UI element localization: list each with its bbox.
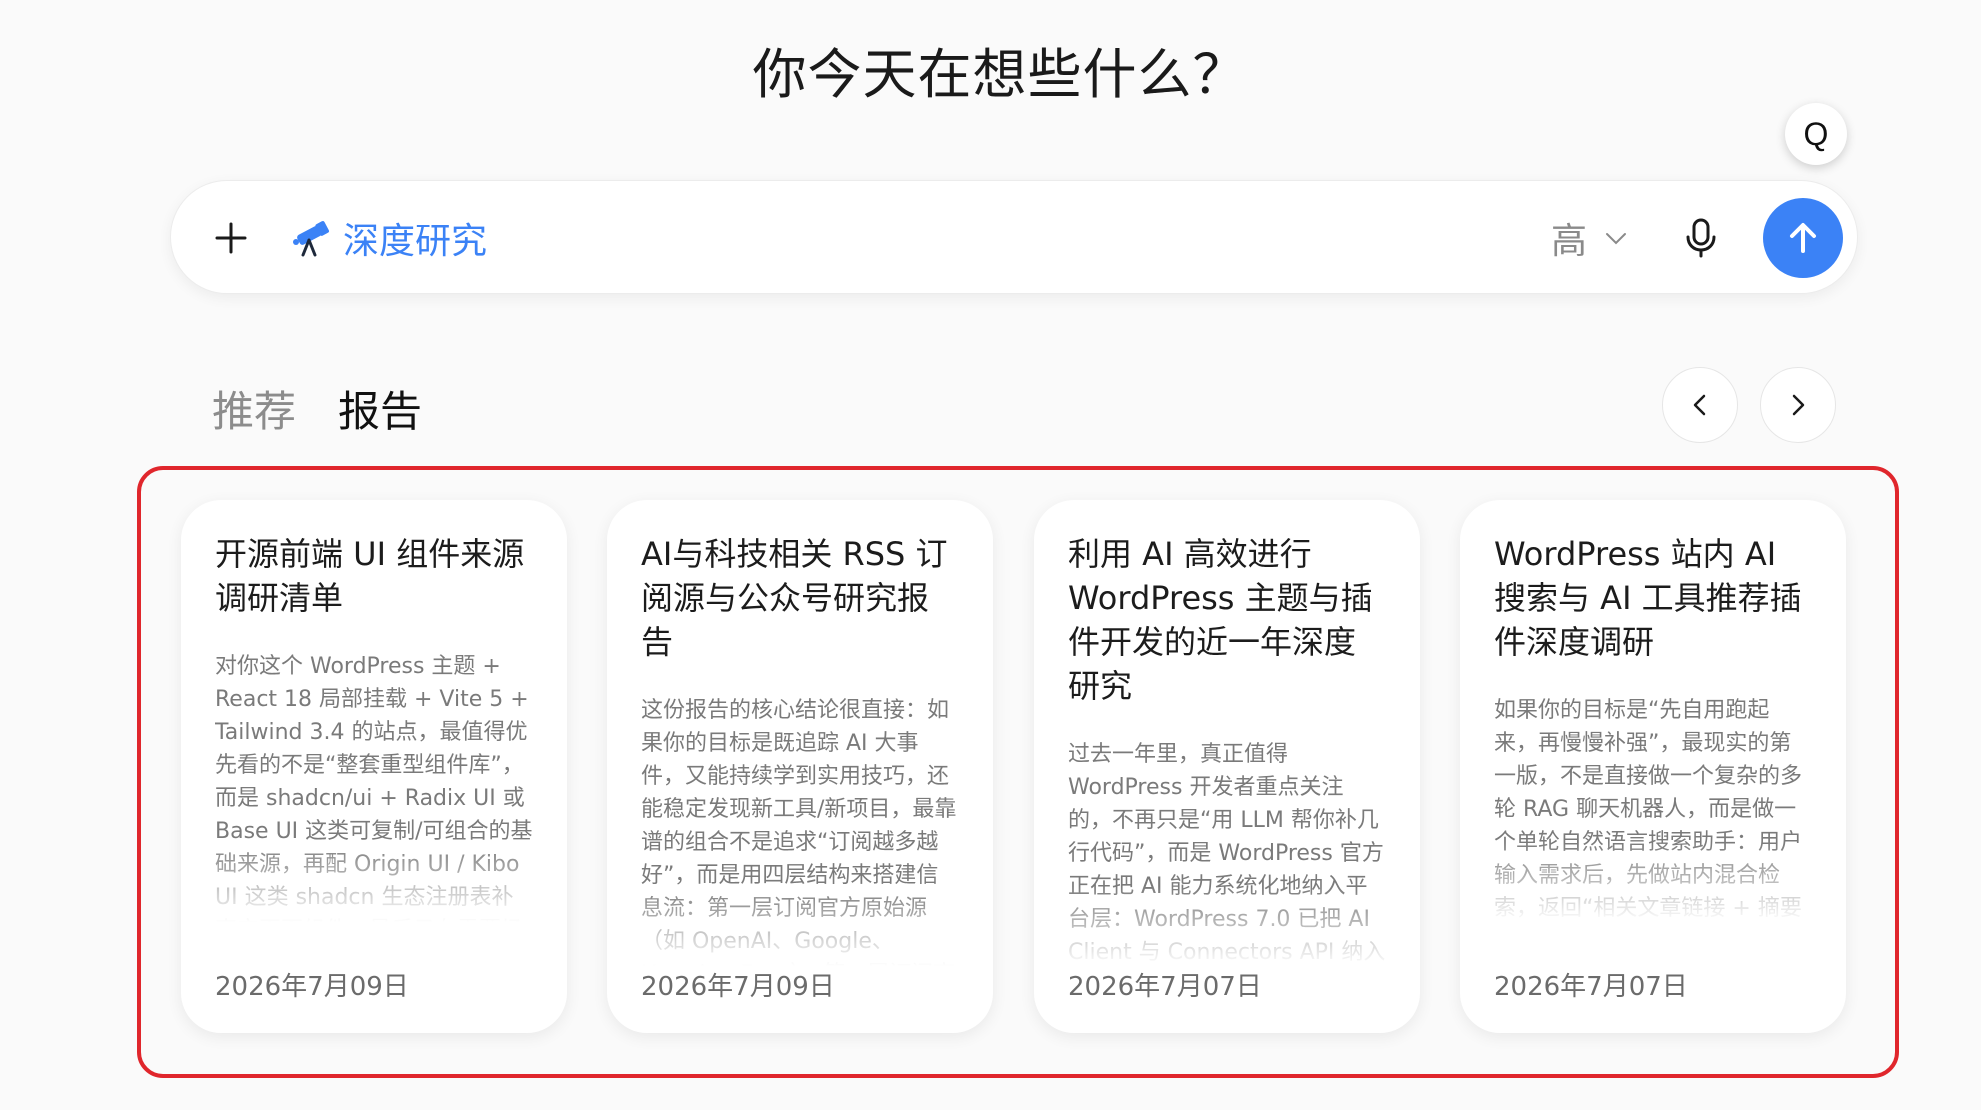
report-card[interactable]: WordPress 站内 AI 搜索与 AI 工具推荐插件深度调研 如果你的目标… bbox=[1460, 500, 1846, 1033]
chevron-down-icon bbox=[1606, 233, 1627, 245]
level-select[interactable]: 高 bbox=[1551, 211, 1629, 265]
arrow-up-icon bbox=[1790, 223, 1816, 253]
level-label: 高 bbox=[1551, 221, 1588, 262]
card-excerpt-container: 过去一年里，真正值得 WordPress 开发者重点关注的，不再只是“用 LLM… bbox=[1068, 738, 1386, 966]
carousel-prev-button[interactable] bbox=[1662, 367, 1738, 443]
card-title: WordPress 站内 AI 搜索与 AI 工具推荐插件深度调研 bbox=[1494, 535, 1802, 661]
voice-input-button[interactable] bbox=[1671, 208, 1731, 268]
card-title: 利用 AI 高效进行 WordPress 主题与插件开发的近一年深度研究 bbox=[1068, 535, 1373, 705]
telescope-icon bbox=[293, 221, 329, 257]
tab-recommended[interactable]: 推荐 bbox=[212, 378, 296, 439]
card-date: 2026年7月09日 bbox=[641, 972, 835, 1002]
card-excerpt: 对你这个 WordPress 主题 + React 18 局部挂载 + Vite… bbox=[215, 654, 533, 922]
card-title: AI与科技相关 RSS 订阅源与公众号研究报告 bbox=[641, 535, 948, 661]
report-card[interactable]: AI与科技相关 RSS 订阅源与公众号研究报告 这份报告的核心结论很直接：如果你… bbox=[607, 500, 993, 1033]
page-headline: 你今天在想些什么？ bbox=[752, 43, 1248, 106]
card-excerpt-container: 这份报告的核心结论很直接：如果你的目标是既追踪 AI 大事件，又能持续学到实用技… bbox=[641, 694, 959, 966]
floating-q-button[interactable]: Q bbox=[1785, 103, 1847, 165]
chevron-left-icon bbox=[1693, 394, 1706, 416]
attach-button[interactable] bbox=[201, 208, 261, 268]
card-date: 2026年7月07日 bbox=[1494, 972, 1688, 1002]
report-tabs: 推荐 报告 bbox=[212, 378, 422, 439]
card-date: 2026年7月07日 bbox=[1068, 972, 1262, 1002]
card-excerpt-container: 如果你的目标是“先自用跑起来，再慢慢补强”，最现实的第一版，不是直接做一个复杂的… bbox=[1494, 694, 1812, 922]
mode-label: 深度研究 bbox=[343, 221, 488, 262]
card-excerpt: 如果你的目标是“先自用跑起来，再慢慢补强”，最现实的第一版，不是直接做一个复杂的… bbox=[1494, 698, 1803, 921]
card-title: 开源前端 UI 组件来源调研清单 bbox=[215, 535, 525, 617]
microphone-icon bbox=[1686, 218, 1716, 258]
card-date: 2026年7月09日 bbox=[215, 972, 409, 1002]
report-card[interactable]: 开源前端 UI 组件来源调研清单 对你这个 WordPress 主题 + Rea… bbox=[181, 500, 567, 1033]
send-button[interactable] bbox=[1763, 198, 1843, 278]
plus-icon bbox=[215, 222, 247, 254]
card-excerpt: 这份报告的核心结论很直接：如果你的目标是既追踪 AI 大事件，又能持续学到实用技… bbox=[641, 698, 957, 966]
report-card[interactable]: 利用 AI 高效进行 WordPress 主题与插件开发的近一年深度研究 过去一… bbox=[1034, 500, 1420, 1033]
card-excerpt-container: 对你这个 WordPress 主题 + React 18 局部挂载 + Vite… bbox=[215, 650, 533, 922]
page: 你今天在想些什么？ Q 深度研究 高 推荐 报告 开源前端 UI 组件来源调研清… bbox=[0, 0, 1981, 1110]
carousel-next-button[interactable] bbox=[1760, 367, 1836, 443]
tab-reports[interactable]: 报告 bbox=[338, 378, 422, 439]
composer-bar[interactable]: 深度研究 高 bbox=[170, 180, 1858, 294]
deep-research-mode-chip[interactable]: 深度研究 bbox=[291, 211, 487, 265]
card-excerpt: 过去一年里，真正值得 WordPress 开发者重点关注的，不再只是“用 LLM… bbox=[1068, 742, 1386, 965]
chevron-right-icon bbox=[1792, 394, 1805, 416]
